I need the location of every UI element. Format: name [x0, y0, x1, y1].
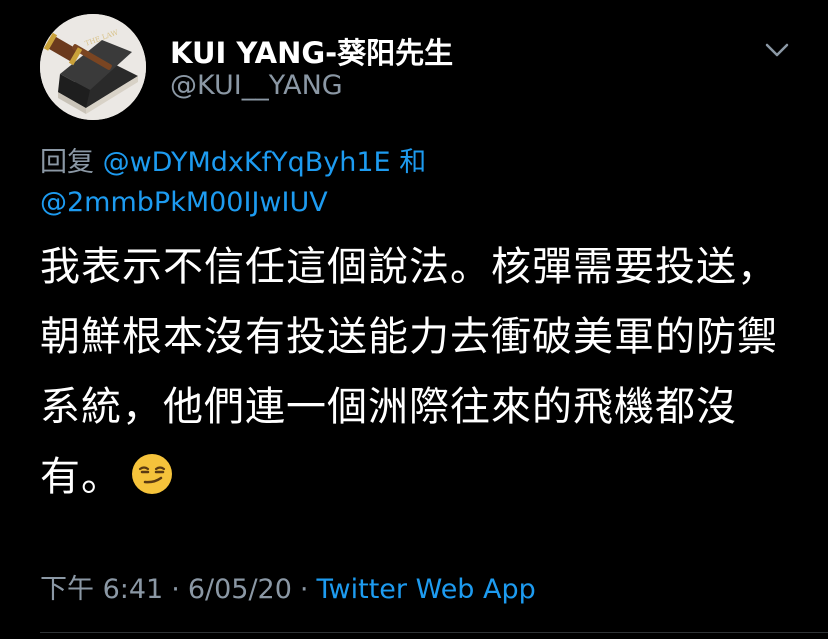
- tweet-date[interactable]: 6/05/20: [188, 574, 292, 605]
- reply-connector: 和: [399, 147, 427, 178]
- divider: [40, 632, 828, 633]
- tweet: THE LAW KUI YANG-葵阳先生 @KUI__YANG 回复 @wDY…: [0, 0, 828, 639]
- author-handle[interactable]: @KUI__YANG: [170, 70, 343, 101]
- author-display-name[interactable]: KUI YANG-葵阳先生: [170, 30, 453, 72]
- mention-link[interactable]: @wDYMdxKfYqByh1E: [103, 147, 391, 178]
- smirking-face-emoji-icon: [130, 448, 174, 494]
- tweet-time[interactable]: 下午 6:41: [40, 574, 163, 605]
- separator-dot: ·: [299, 574, 309, 605]
- mention-link[interactable]: @2mmbPkM00IJwIUV: [40, 187, 328, 218]
- replying-to-label: 回复: [40, 147, 94, 178]
- tweet-text: 我表示不信任這個說法。核彈需要投送，朝鮮根本沒有投送能力去衝破美軍的防禦系統，他…: [40, 232, 800, 512]
- replying-to: 回复 @wDYMdxKfYqByh1E 和 @2mmbPkM00IJwIUV: [40, 143, 800, 223]
- avatar[interactable]: THE LAW: [40, 14, 146, 120]
- tweet-metadata: 下午 6:41 · 6/05/20 · Twitter Web App: [40, 567, 536, 606]
- chevron-down-icon: [765, 43, 789, 57]
- tweet-menu-button[interactable]: [762, 38, 792, 62]
- separator-dot: ·: [171, 574, 180, 605]
- law-book-gavel-avatar-icon: THE LAW: [40, 14, 146, 120]
- tweet-source-link[interactable]: Twitter Web App: [317, 574, 536, 605]
